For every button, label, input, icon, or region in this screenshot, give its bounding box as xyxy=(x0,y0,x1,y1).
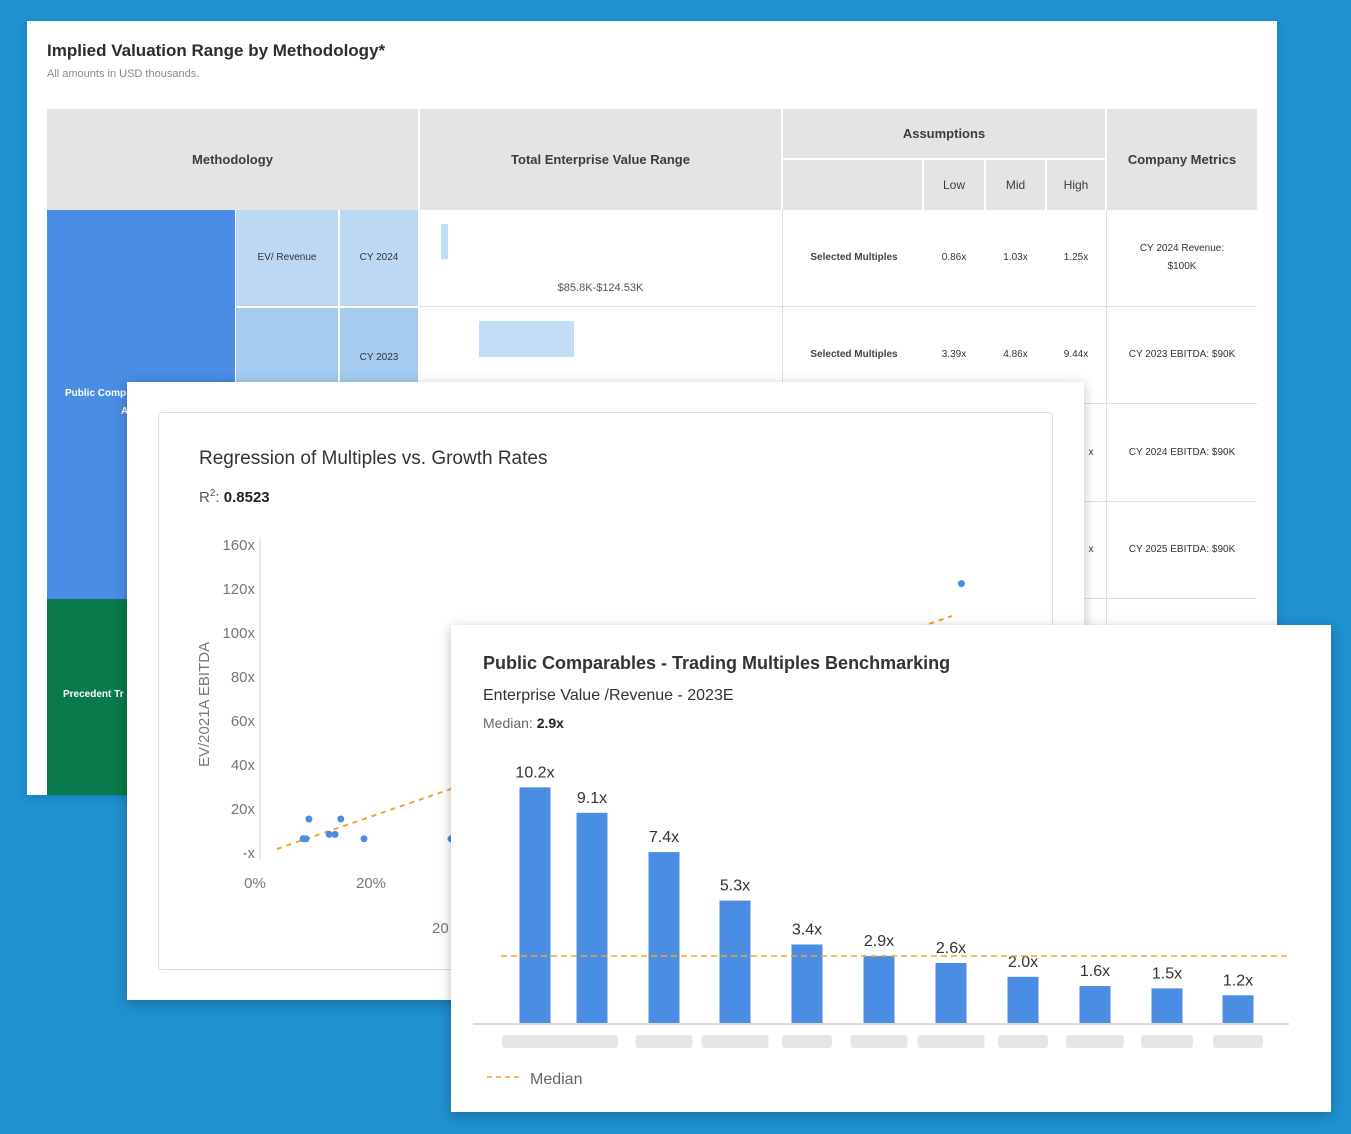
metric-cell-ev-revenue: EV/ Revenue xyxy=(236,210,338,306)
bar-value-label: 1.6x xyxy=(1080,963,1110,980)
assumption-label: Selected Multiples xyxy=(810,252,898,263)
bar xyxy=(719,900,751,1023)
category-label-placeholder xyxy=(782,1035,832,1048)
company-metric: CY 2023 EBITDA: $90K xyxy=(1128,349,1236,360)
category-label-placeholder xyxy=(850,1035,908,1048)
bar-value-label: 9.1x xyxy=(577,790,607,807)
scatter-point xyxy=(302,835,310,843)
scatter-point xyxy=(360,835,368,843)
company-metric: CY 2024 Revenue: xyxy=(1139,243,1225,254)
bar xyxy=(1079,986,1111,1023)
bar-value-label: 2.6x xyxy=(936,940,966,957)
header-methodology: Methodology xyxy=(47,109,418,210)
category-label-placeholder xyxy=(1141,1035,1193,1048)
category-label-placeholder xyxy=(701,1035,769,1048)
x-tick-label: 20% xyxy=(356,875,386,892)
row-divider xyxy=(419,306,1257,307)
y-axis-label: EV/2021A EBITDA xyxy=(196,642,213,767)
category-label-placeholder xyxy=(1066,1035,1124,1048)
tev-range-bar xyxy=(479,321,574,357)
legend-label: Median xyxy=(530,1071,582,1088)
y-tick-label: 60x xyxy=(231,713,256,730)
y-tick-label: 40x xyxy=(231,757,256,774)
header-low: Low xyxy=(924,160,984,210)
bar xyxy=(576,812,608,1023)
bar xyxy=(1222,995,1254,1023)
y-tick-label: 80x xyxy=(231,669,256,686)
header-blank xyxy=(783,160,922,210)
tev-range-bar xyxy=(441,224,448,259)
y-tick-label: -x xyxy=(243,845,256,862)
y-tick-label: 100x xyxy=(222,625,255,642)
valuation-subtitle: All amounts in USD thousands. xyxy=(47,68,200,80)
benchmark-card: Public Comparables - Trading Multiples B… xyxy=(451,625,1331,1112)
bar-value-label: 5.3x xyxy=(720,878,750,895)
bar xyxy=(863,956,895,1023)
header-tev-range: Total Enterprise Value Range xyxy=(420,109,781,210)
tev-range-label: $85.8K-$124.53K xyxy=(557,282,644,295)
company-metric: CY 2024 EBITDA: $90K xyxy=(1128,446,1236,458)
category-label-placeholder xyxy=(917,1035,985,1048)
bar xyxy=(648,852,680,1023)
bar xyxy=(519,787,551,1023)
bar xyxy=(1151,988,1183,1023)
bar-value-label: 10.2x xyxy=(515,764,554,781)
company-metric-value: $100K xyxy=(1167,261,1197,272)
assumption-high: 1.25x xyxy=(1063,252,1089,263)
bar-value-label: 2.9x xyxy=(864,933,894,950)
bar-value-label: 1.5x xyxy=(1152,965,1182,982)
category-label-placeholder xyxy=(1213,1035,1263,1048)
scatter-point xyxy=(337,815,345,823)
scatter-point xyxy=(957,580,965,588)
assumption-low: 0.86x xyxy=(941,252,967,263)
assumption-mid: 1.03x xyxy=(1003,252,1028,263)
y-tick-label: 120x xyxy=(222,581,255,598)
x-tick-label-partial: 20 xyxy=(432,920,449,937)
bar xyxy=(1007,976,1039,1023)
benchmark-chart: 10.2x9.1x7.4x5.3x3.4x2.9x 2.6x2.0x1.6x 1.5… xyxy=(473,764,1289,1088)
header-company-metrics: Company Metrics xyxy=(1107,109,1257,210)
company-metric: CY 2025 EBITDA: $90K xyxy=(1128,544,1236,555)
category-label-placeholder xyxy=(635,1035,693,1048)
category-label-placeholder xyxy=(566,1035,618,1048)
precedent-label: Precedent Tr xyxy=(63,689,124,700)
bar-value-label: 7.4x xyxy=(649,829,679,846)
public-comps-label: Public Comp xyxy=(65,388,127,399)
scatter-point xyxy=(331,830,339,838)
y-tick-label: 160x xyxy=(222,537,255,554)
scatter-point xyxy=(305,815,313,823)
category-label-placeholder xyxy=(998,1035,1048,1048)
category-label-placeholder xyxy=(502,1035,568,1048)
valuation-title: Implied Valuation Range by Methodology* xyxy=(47,41,386,60)
bar-value-label: 1.2x xyxy=(1223,972,1253,989)
bar xyxy=(935,962,967,1023)
y-tick-label: 20x xyxy=(231,801,256,818)
bar-value-label: 3.4x xyxy=(792,921,822,938)
x-tick-label: 0% xyxy=(244,875,266,892)
header-assumptions: Assumptions xyxy=(783,109,1105,158)
period-cell-cy2024: CY 2024 xyxy=(340,210,418,306)
header-mid: Mid xyxy=(986,160,1045,210)
header-high: High xyxy=(1047,160,1105,210)
